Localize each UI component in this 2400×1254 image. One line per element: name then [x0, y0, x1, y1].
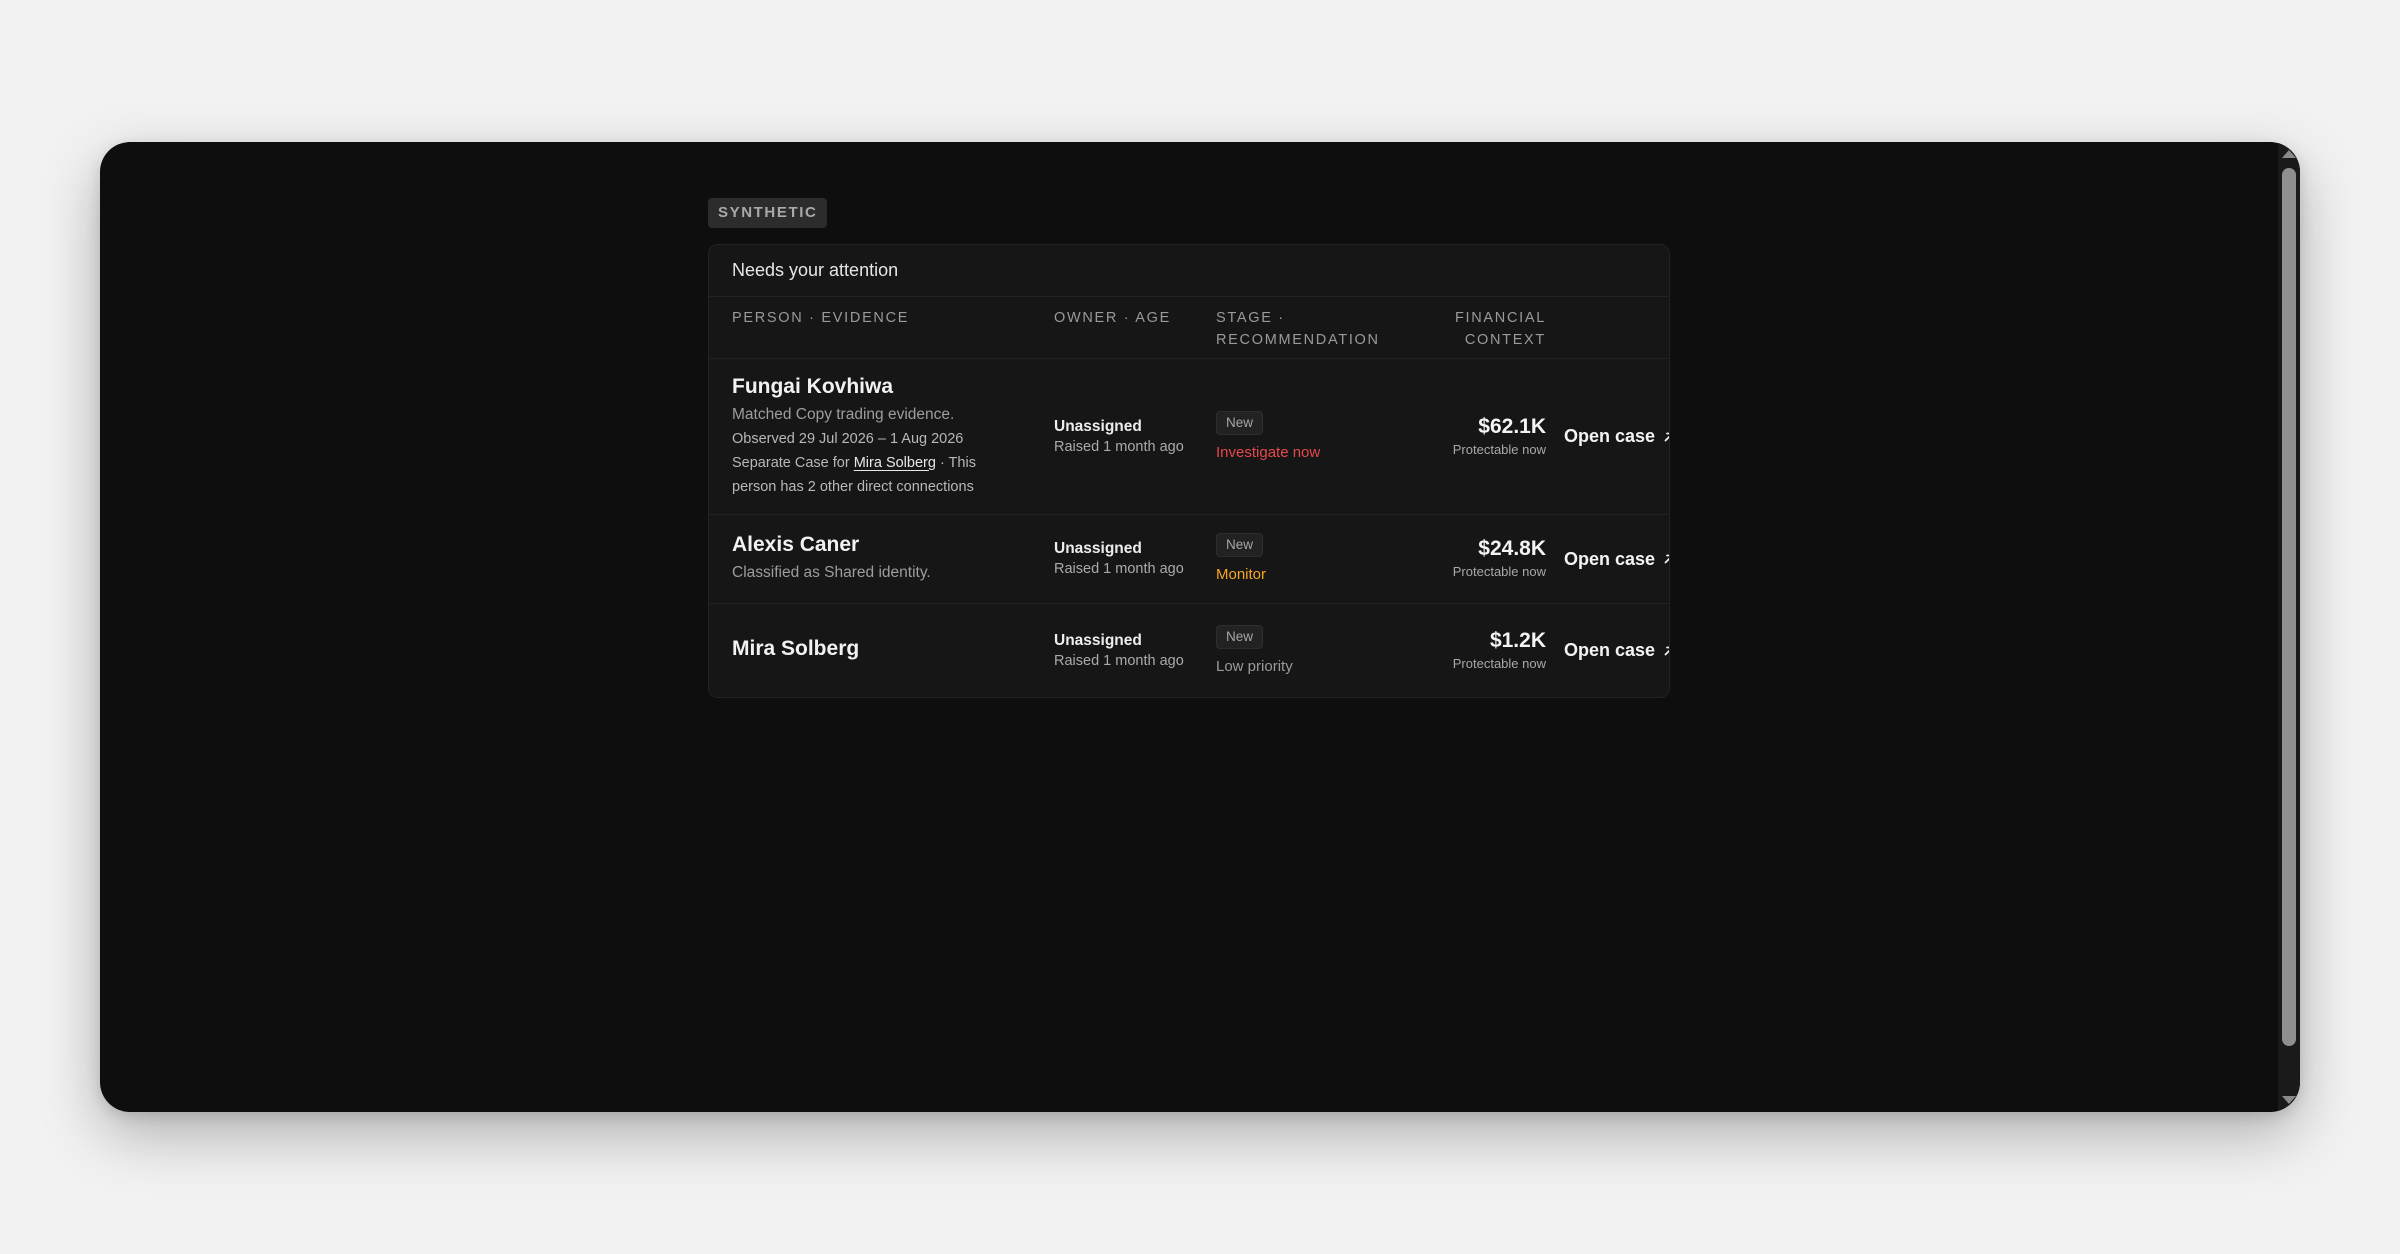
scrollbar-thumb[interactable] [2282, 168, 2296, 1046]
column-header-person: PERSON · EVIDENCE [732, 310, 910, 326]
column-header-owner: OWNER · AGE [1054, 310, 1171, 326]
column-header-financial-line2: CONTEXT [1464, 332, 1546, 348]
stage-badge: New [1216, 624, 1264, 649]
protectable-amount: $24.8K [1478, 537, 1546, 560]
protectable-amount: $1.2K [1489, 628, 1546, 652]
protectable-label: Protectable now [1452, 564, 1546, 579]
arrow-up-right-icon [1664, 554, 1669, 564]
separate-case-note: Separate Case for Mira Solberg · This [732, 451, 1054, 475]
stage-cell: New Low priority [1216, 624, 1420, 677]
open-case-button[interactable]: Open case [1564, 548, 1669, 570]
recommendation: Low priority [1216, 657, 1293, 675]
column-header-stage-line2: RECOMMENDATION [1216, 332, 1380, 348]
stage-cell: New Monitor [1216, 533, 1420, 585]
person-name: Fungai Kovhiwa [732, 374, 894, 398]
panel-title: Needs your attention [709, 245, 1669, 297]
owner-age-cell: Unassigned Raised 1 month ago [1054, 631, 1216, 671]
owner: Unassigned [1054, 631, 1142, 649]
financial-cell: $62.1K Protectable now [1420, 414, 1546, 460]
main-content: SYNTHETIC Needs your attention PERSON · … [708, 198, 1670, 698]
owner-age-cell: Unassigned Raised 1 month ago [1054, 417, 1216, 457]
column-header-financial-line1: FINANCIAL [1454, 310, 1546, 326]
person-evidence-cell: Alexis Caner Classified as Shared identi… [732, 533, 1054, 585]
stage-badge: New [1216, 410, 1264, 435]
open-case-label: Open case [1564, 640, 1656, 660]
arrow-up-right-icon [1664, 432, 1669, 441]
owner: Unassigned [1054, 540, 1142, 557]
synthetic-badge: SYNTHETIC [708, 198, 828, 228]
app-window: SYNTHETIC Needs your attention PERSON · … [100, 142, 2300, 1112]
owner-age-cell: Unassigned Raised 1 month ago [1054, 539, 1216, 579]
protectable-label: Protectable now [1452, 441, 1546, 457]
column-header-stage-line1: STAGE · [1216, 310, 1285, 326]
financial-cell: $24.8K Protectable now [1420, 536, 1546, 582]
person-evidence-cell: Mira Solberg [732, 637, 1054, 665]
action-cell: Open case [1546, 548, 1669, 570]
owner: Unassigned [1054, 417, 1142, 435]
column-header-financial: FINANCIAL CONTEXT [1420, 307, 1546, 358]
connections-note: person has 2 other direct connections [732, 478, 974, 495]
column-header-stage: STAGE · RECOMMENDATION [1216, 307, 1420, 358]
age: Raised 1 month ago [1054, 438, 1184, 455]
action-cell: Open case [1546, 640, 1669, 661]
table-row[interactable]: Alexis Caner Classified as Shared identi… [709, 515, 1669, 604]
financial-cell: $1.2K Protectable now [1420, 628, 1546, 674]
evidence-text: Matched Copy trading evidence. [732, 405, 955, 423]
recommendation: Investigate now [1216, 443, 1321, 461]
column-header-action [1546, 307, 1669, 358]
separate-case-prefix: Separate Case for [732, 454, 850, 471]
recommendation: Monitor [1216, 566, 1267, 583]
open-case-label: Open case [1564, 426, 1656, 446]
scroll-up-icon[interactable] [2282, 150, 2296, 158]
open-case-label: Open case [1564, 548, 1656, 569]
action-cell: Open case [1546, 426, 1669, 447]
observed-range: Observed 29 Jul 2026 – 1 Aug 2026 [732, 430, 964, 447]
table-row[interactable]: Mira Solberg Unassigned Raised 1 month a… [709, 604, 1669, 697]
evidence-text: Classified as Shared identity. [732, 564, 931, 581]
stage-cell: New Investigate now [1216, 410, 1420, 463]
stage-badge: New [1216, 533, 1264, 557]
open-case-button[interactable]: Open case [1564, 426, 1669, 447]
protectable-label: Protectable now [1452, 655, 1546, 671]
related-person-link[interactable]: Mira Solberg [854, 455, 936, 471]
vertical-scrollbar[interactable] [2278, 142, 2300, 1112]
person-name: Alexis Caner [732, 533, 860, 556]
open-case-button[interactable]: Open case [1564, 640, 1669, 661]
person-name: Mira Solberg [732, 636, 860, 660]
table-header: PERSON · EVIDENCE OWNER · AGE STAGE · RE… [709, 297, 1669, 359]
person-evidence-cell: Fungai Kovhiwa Matched Copy trading evid… [732, 375, 1054, 499]
separate-case-suffix: · This [935, 454, 976, 471]
arrow-up-right-icon [1664, 646, 1669, 655]
age: Raised 1 month ago [1054, 561, 1184, 577]
protectable-amount: $62.1K [1478, 414, 1546, 438]
age: Raised 1 month ago [1054, 652, 1184, 669]
attention-panel: Needs your attention PERSON · EVIDENCE O… [708, 244, 1670, 698]
table-row[interactable]: Fungai Kovhiwa Matched Copy trading evid… [709, 359, 1669, 515]
scroll-down-icon[interactable] [2282, 1096, 2296, 1104]
